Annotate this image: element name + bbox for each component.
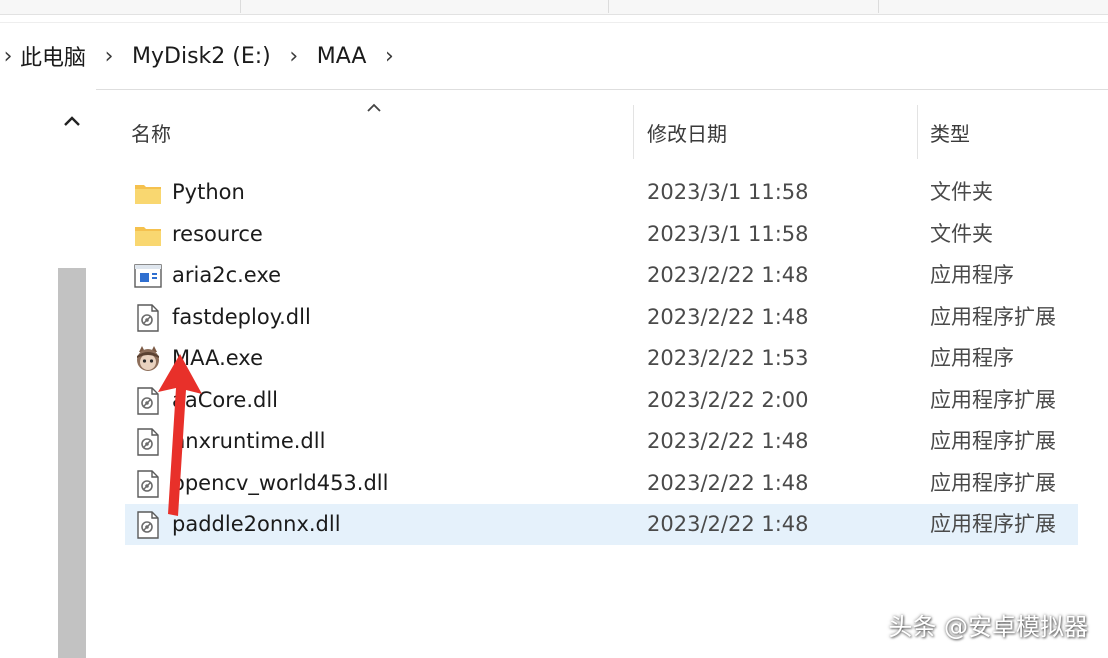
file-type: 应用程序 [930,263,1014,287]
file-modified-date: 2023/2/22 1:48 [647,305,809,329]
file-modified-date: 2023/3/1 11:58 [647,222,809,246]
dll-icon [133,510,163,540]
dll-icon [133,427,163,457]
file-row[interactable]: aaCore.dll 2023/2/22 2:00 应用程序扩展 [0,380,1108,421]
file-name[interactable]: nnxruntime.dll [172,421,325,462]
file-type: 应用程序扩展 [930,305,1056,329]
column-header-date[interactable]: 修改日期 [647,105,727,159]
breadcrumb-item-drive[interactable]: MyDisk2 (E:) [126,44,277,69]
file-modified-date: 2023/2/22 1:48 [647,512,809,536]
breadcrumb: › 此电脑 › MyDisk2 (E:) › MAA › [0,23,406,89]
chevron-right-icon[interactable]: › [283,44,305,69]
file-name[interactable]: paddle2onnx.dll [172,504,341,545]
folder-icon [133,220,163,250]
file-type: 应用程序扩展 [930,388,1056,412]
file-name[interactable]: fastdeploy.dll [172,297,311,338]
file-name[interactable]: aria2c.exe [172,255,281,296]
file-modified-date: 2023/2/22 1:48 [647,263,809,287]
file-type: 应用程序扩展 [930,429,1056,453]
file-explorer-window: › 此电脑 › MyDisk2 (E:) › MAA › 名称 修改日期 类型 … [0,0,1108,658]
column-divider[interactable] [633,105,634,159]
file-row[interactable]: fastdeploy.dll 2023/2/22 1:48 应用程序扩展 [0,297,1108,338]
toolbar-separator [240,0,241,13]
chevron-right-icon[interactable]: › [0,44,16,69]
file-type: 文件夹 [930,222,993,246]
file-row[interactable]: Python 2023/3/1 11:58 文件夹 [0,172,1108,213]
chevron-right-icon[interactable]: › [98,44,120,69]
watermark: 头条 @安卓模拟器 [888,613,1088,641]
breadcrumb-item-maa[interactable]: MAA [311,44,373,69]
maa-app-icon [133,344,163,374]
exe-icon [133,261,163,291]
chevron-right-icon[interactable]: › [378,44,400,69]
folder-icon [133,178,163,208]
file-row[interactable]: opencv_world453.dll 2023/2/22 1:48 应用程序扩展 [0,463,1108,504]
column-header-name[interactable]: 名称 [131,105,171,159]
file-name[interactable]: MAA.exe [172,338,263,379]
dll-icon [133,386,163,416]
file-modified-date: 2023/2/22 1:48 [647,471,809,495]
toolbar-separator [878,0,879,13]
column-header-row: 名称 修改日期 类型 [96,105,1108,159]
file-modified-date: 2023/3/1 11:58 [647,180,809,204]
breadcrumb-item-this-pc[interactable]: 此电脑 [16,40,92,72]
scroll-up-icon[interactable] [60,110,84,134]
toolbar-separator [608,0,609,13]
file-row[interactable]: aria2c.exe 2023/2/22 1:48 应用程序 [0,255,1108,296]
file-row[interactable]: nnxruntime.dll 2023/2/22 1:48 应用程序扩展 [0,421,1108,462]
file-name[interactable]: opencv_world453.dll [172,463,388,504]
file-type: 应用程序扩展 [930,512,1056,536]
dll-icon [133,469,163,499]
toolbar-strip [0,0,1108,15]
file-row[interactable]: MAA.exe 2023/2/22 1:53 应用程序 [0,338,1108,379]
dll-icon [133,303,163,333]
file-name[interactable]: aaCore.dll [172,380,278,421]
file-type: 应用程序 [930,346,1014,370]
file-row[interactable]: resource 2023/3/1 11:58 文件夹 [0,214,1108,255]
file-type: 文件夹 [930,180,993,204]
file-type: 应用程序扩展 [930,471,1056,495]
file-name[interactable]: resource [172,214,263,255]
address-bar[interactable]: › 此电脑 › MyDisk2 (E:) › MAA › [0,22,1108,90]
file-modified-date: 2023/2/22 1:48 [647,429,809,453]
file-modified-date: 2023/2/22 2:00 [647,388,809,412]
column-header-type[interactable]: 类型 [930,105,970,159]
file-modified-date: 2023/2/22 1:53 [647,346,809,370]
column-divider[interactable] [917,105,918,159]
file-name[interactable]: Python [172,172,245,213]
file-row[interactable]: paddle2onnx.dll 2023/2/22 1:48 应用程序扩展 [0,504,1108,545]
